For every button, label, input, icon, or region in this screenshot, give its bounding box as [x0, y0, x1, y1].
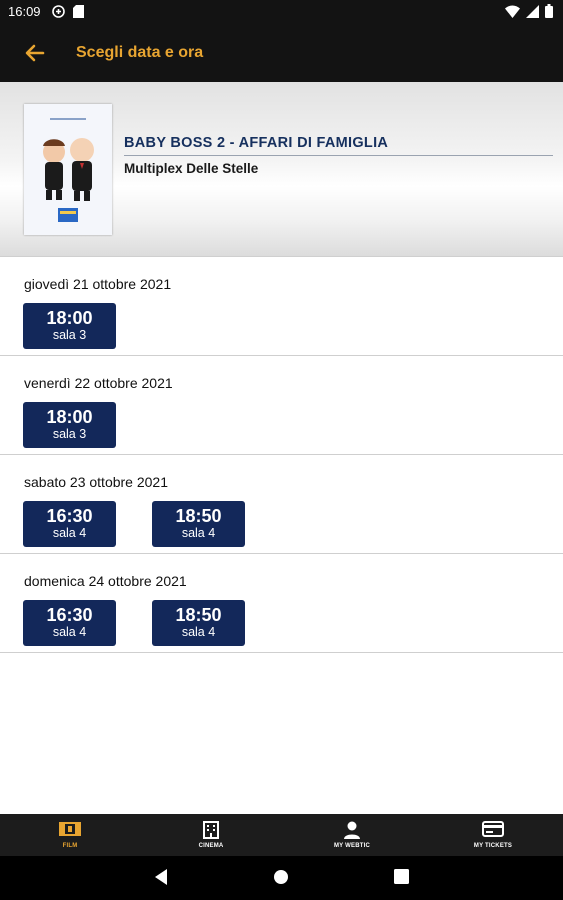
back-button[interactable] [22, 40, 48, 66]
sd-card-icon [73, 5, 84, 21]
showtime-room: sala 4 [181, 625, 216, 639]
showtime-button[interactable]: 18:50 sala 4 [152, 501, 245, 547]
tab-label: FILM [62, 843, 78, 849]
showtime-room: sala 4 [52, 625, 87, 639]
battery-icon [545, 4, 553, 21]
showtime-room: sala 3 [52, 328, 87, 342]
tab-cinema[interactable]: CINEMA [141, 814, 281, 856]
status-bar: 16:09 [0, 0, 563, 24]
bottom-tab-bar: FILM CINEMA MY WEBTIC MY TICKETS [0, 814, 563, 856]
wifi-icon [505, 5, 520, 21]
showtime-button[interactable]: 18:50 sala 4 [152, 600, 245, 646]
showtime-room: sala 4 [52, 526, 87, 540]
nav-recents-button[interactable] [394, 869, 409, 889]
tab-my-webtic[interactable]: MY WEBTIC [282, 814, 422, 856]
showtime-time: 16:30 [46, 506, 93, 526]
day-section: venerdì 22 ottobre 2021 18:00 sala 3 [0, 356, 563, 455]
showtime-room: sala 3 [52, 427, 87, 441]
movie-title: BABY BOSS 2 - AFFARI DI FAMIGLIA [124, 135, 389, 151]
showtime-time: 18:50 [175, 506, 222, 526]
data-saver-icon [52, 5, 65, 21]
day-label: giovedì 21 ottobre 2021 [24, 276, 172, 292]
showtime-time: 18:50 [175, 605, 222, 625]
app-bar: Scegli data e ora [0, 24, 563, 82]
title-divider [124, 155, 553, 156]
status-time: 16:09 [8, 4, 41, 19]
movie-header: BABY BOSS 2 - AFFARI DI FAMIGLIA Multipl… [0, 82, 563, 257]
showtime-time: 16:30 [46, 605, 93, 625]
showtime-button[interactable]: 16:30 sala 4 [23, 501, 116, 547]
day-label: venerdì 22 ottobre 2021 [24, 375, 173, 391]
showtime-button[interactable]: 16:30 sala 4 [23, 600, 116, 646]
triangle-back-icon [155, 869, 167, 885]
system-nav-bar [0, 856, 563, 900]
tab-film[interactable]: FILM [0, 814, 140, 856]
nav-back-button[interactable] [153, 868, 169, 891]
tab-label: MY WEBTIC [333, 843, 371, 849]
nav-home-button[interactable] [273, 869, 289, 890]
movie-poster [24, 104, 112, 235]
tab-label: CINEMA [198, 843, 224, 849]
showtime-time: 18:00 [46, 308, 93, 328]
film-icon [59, 821, 81, 842]
day-label: sabato 23 ottobre 2021 [24, 474, 169, 490]
showtime-time: 18:00 [46, 407, 93, 427]
day-section: giovedì 21 ottobre 2021 18:00 sala 3 [0, 257, 563, 356]
signal-icon [526, 4, 539, 21]
day-section: domenica 24 ottobre 2021 16:30 sala 4 18… [0, 554, 563, 653]
status-right [505, 4, 553, 21]
arrow-left-icon [25, 44, 45, 62]
ticket-icon [482, 821, 504, 842]
user-icon [344, 821, 360, 844]
day-section: sabato 23 ottobre 2021 16:30 sala 4 18:5… [0, 455, 563, 554]
showtime-button[interactable]: 18:00 sala 3 [23, 402, 116, 448]
day-label: domenica 24 ottobre 2021 [24, 573, 187, 589]
showtime-button[interactable]: 18:00 sala 3 [23, 303, 116, 349]
showtime-room: sala 4 [181, 526, 216, 540]
circle-home-icon [274, 870, 288, 884]
square-recents-icon [394, 869, 409, 884]
building-icon [203, 821, 219, 844]
tab-label: MY TICKETS [473, 843, 513, 849]
cinema-name: Multiplex Delle Stelle [124, 161, 259, 176]
page-title: Scegli data e ora [76, 44, 204, 61]
tab-my-tickets[interactable]: MY TICKETS [423, 814, 563, 856]
